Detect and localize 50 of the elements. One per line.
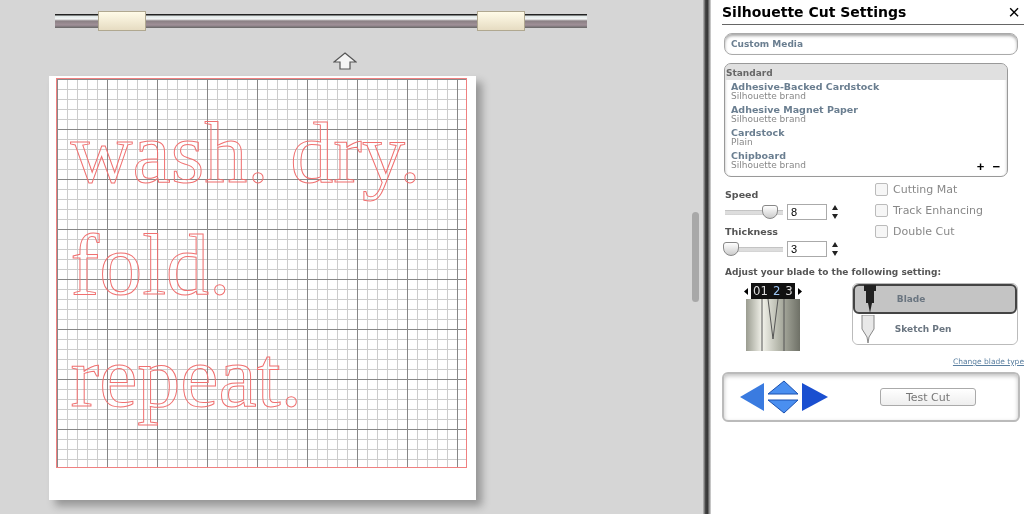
media-list-item[interactable]: Adhesive Magnet Paper Silhouette brand — [725, 103, 864, 126]
media-detail: Silhouette brand — [731, 115, 806, 124]
scrollbar-thumb[interactable] — [692, 212, 699, 302]
stepper-icon[interactable] — [831, 204, 839, 220]
blade-instruction: Adjust your blade to the following setting: — [725, 267, 942, 277]
media-list-item[interactable]: Cardstock Plain — [725, 126, 791, 149]
media-detail: Silhouette brand — [731, 92, 807, 101]
direction-arrows-icon[interactable] — [740, 380, 828, 414]
dial-number: 3 — [785, 283, 793, 299]
blade-holder-drawing — [745, 299, 800, 351]
tool-option[interactable]: Blade — [852, 284, 1017, 314]
dial-number: 01 — [753, 283, 768, 299]
custom-media-button[interactable]: Custom Media — [724, 33, 1018, 55]
checkbox-label: Double Cut — [893, 225, 955, 238]
right-arrow-icon[interactable] — [797, 287, 802, 295]
checkbox-label: Track Enhancing — [893, 204, 983, 217]
add-button[interactable]: + — [973, 160, 988, 174]
up-arrow-icon[interactable] — [333, 52, 357, 70]
checkbox-label: Cutting Mat — [893, 183, 958, 196]
panel-splitter[interactable] — [702, 0, 711, 514]
pen-icon — [860, 315, 875, 343]
roller-wheel — [477, 11, 525, 31]
list-group-header: Standard — [725, 64, 1007, 80]
slider-thumb[interactable] — [762, 205, 779, 219]
number-field[interactable]: 3 — [787, 241, 827, 257]
slider-label: Thickness — [725, 226, 779, 237]
test-cut-button[interactable]: Test Cut — [880, 388, 976, 406]
panel-title: Silhouette Cut Settings — [722, 4, 907, 20]
media-name: Chipboard — [731, 150, 787, 161]
media-name: Adhesive-Backed Cardstock — [731, 81, 880, 92]
roller-wheel — [98, 11, 146, 31]
stepper-icon[interactable] — [831, 241, 839, 257]
blade-icon — [862, 285, 877, 313]
media-name: Adhesive Magnet Paper — [731, 104, 858, 115]
media-list-item[interactable]: Adhesive-Backed Cardstock Silhouette brand — [725, 80, 886, 103]
number-field[interactable]: 8 — [787, 204, 827, 220]
checkbox[interactable] — [875, 225, 888, 238]
slider-thumb[interactable] — [722, 242, 739, 256]
slider-label: Speed — [725, 189, 760, 200]
media-detail: Plain — [731, 138, 754, 147]
dial-number: 2 — [772, 283, 781, 299]
tool-option[interactable]: Sketch Pen — [852, 314, 1017, 344]
media-list-item[interactable]: Chipboard Silhouette brand — [725, 149, 812, 172]
close-button[interactable]: × — [1004, 2, 1024, 22]
remove-button[interactable]: − — [989, 160, 1003, 174]
media-detail: Silhouette brand — [731, 161, 806, 170]
checkbox[interactable] — [875, 183, 888, 196]
media-name: Cardstock — [731, 127, 785, 138]
left-arrow-icon[interactable] — [744, 287, 748, 295]
checkbox[interactable] — [875, 204, 888, 217]
